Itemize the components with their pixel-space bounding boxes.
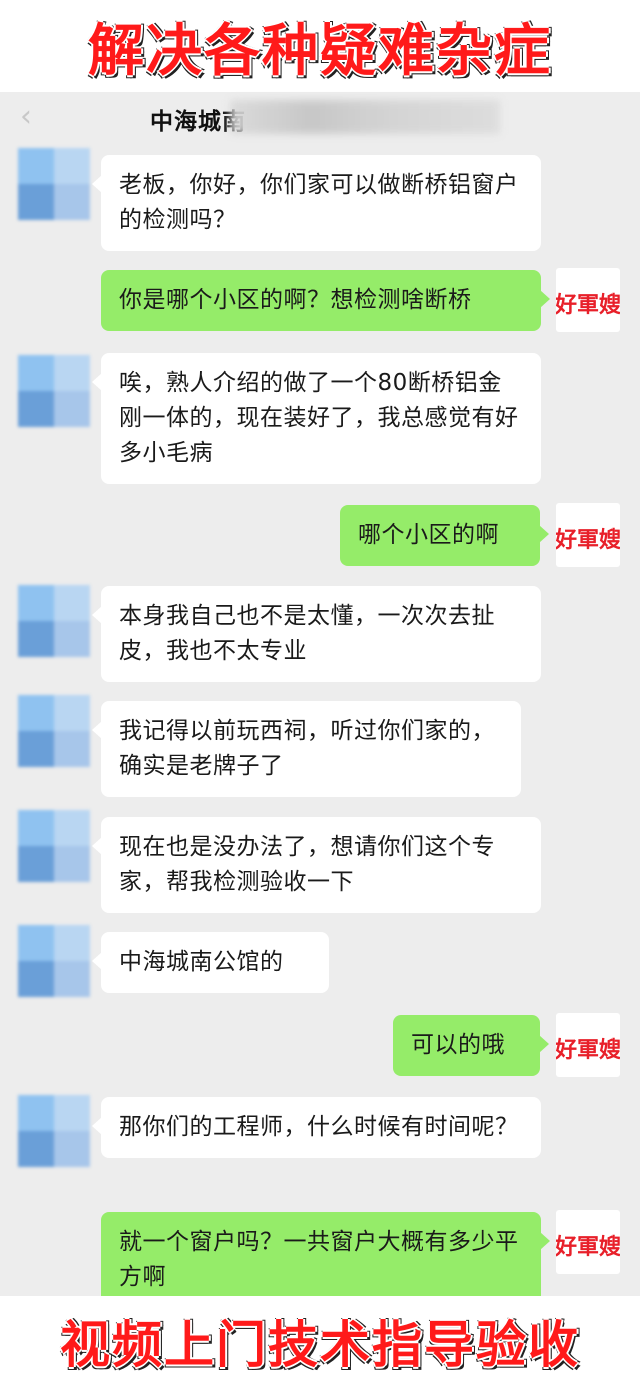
- message-bubble-incoming[interactable]: 中海城南公馆的: [92, 932, 329, 993]
- brand-avatar[interactable]: 好軍嫂: [556, 503, 620, 567]
- message-bubble-outgoing[interactable]: 哪个小区的啊: [340, 505, 549, 566]
- message-bubble-outgoing[interactable]: 你是哪个小区的啊？想检测啥断桥: [101, 270, 550, 331]
- message-text: 唉，熟人介绍的做了一个80断桥铝金刚一体的，现在装好了，我总感觉有好多小毛病: [119, 370, 519, 466]
- message-text: 那你们的工程师，什么时候有时间呢？: [119, 1114, 519, 1140]
- message-bubble-incoming[interactable]: 唉，熟人介绍的做了一个80断桥铝金刚一体的，现在装好了，我总感觉有好多小毛病: [92, 353, 541, 484]
- brand-avatar[interactable]: 好軍嫂: [556, 268, 620, 332]
- contact-avatar[interactable]: [18, 148, 90, 220]
- message-text: 老板，你好，你们家可以做断桥铝窗户的检测吗？: [119, 172, 519, 233]
- message-text: 就一个窗户吗？一共窗户大概有多少平方啊: [119, 1229, 519, 1290]
- blurred-title-region: [230, 100, 500, 134]
- message-text: 中海城南公馆的: [119, 949, 284, 975]
- message-bubble-incoming[interactable]: 现在也是没办法了，想请你们这个专家，帮我检测验收一下: [92, 817, 541, 913]
- message-bubble-outgoing[interactable]: 可以的哦: [393, 1015, 549, 1076]
- contact-avatar[interactable]: [18, 925, 90, 997]
- svg-text:好軍嫂: 好軍嫂: [556, 292, 620, 318]
- chat-header: ‹ 中海城南: [0, 92, 640, 142]
- contact-avatar[interactable]: [18, 585, 90, 657]
- message-bubble-incoming[interactable]: 我记得以前玩西祠，听过你们家的，确实是老牌子了: [92, 701, 521, 797]
- brand-logo-icon: 好軍嫂: [556, 1234, 620, 1260]
- message-bubble-incoming[interactable]: 那你们的工程师，什么时候有时间呢？: [92, 1097, 541, 1158]
- message-text: 我记得以前玩西祠，听过你们家的，确实是老牌子了: [119, 718, 495, 779]
- bottom-banner: 视频上门技术指导验收: [0, 1296, 640, 1386]
- message-text: 本身我自己也不是太懂，一次次去扯皮，我也不太专业: [119, 603, 495, 664]
- message-text: 现在也是没办法了，想请你们这个专家，帮我检测验收一下: [119, 834, 495, 895]
- message-bubble-outgoing[interactable]: 就一个窗户吗？一共窗户大概有多少平方啊: [101, 1212, 550, 1308]
- contact-avatar[interactable]: [18, 810, 90, 882]
- svg-text:好軍嫂: 好軍嫂: [556, 1234, 620, 1260]
- top-banner: 解决各种疑难杂症: [0, 0, 640, 92]
- message-text: 可以的哦: [411, 1032, 505, 1058]
- contact-avatar[interactable]: [18, 695, 90, 767]
- brand-logo-icon: 好軍嫂: [556, 1037, 620, 1063]
- top-banner-text: 解决各种疑难杂症: [88, 17, 552, 84]
- message-bubble-incoming[interactable]: 老板，你好，你们家可以做断桥铝窗户的检测吗？: [92, 155, 541, 251]
- brand-logo-icon: 好軍嫂: [556, 292, 620, 318]
- message-text: 你是哪个小区的啊？想检测啥断桥: [119, 287, 472, 313]
- contact-avatar[interactable]: [18, 1095, 90, 1167]
- brand-avatar[interactable]: 好軍嫂: [556, 1013, 620, 1077]
- brand-logo-icon: 好軍嫂: [556, 527, 620, 553]
- bottom-banner-text: 视频上门技术指导验收: [60, 1315, 580, 1374]
- svg-text:好軍嫂: 好軍嫂: [556, 527, 620, 553]
- message-bubble-incoming[interactable]: 本身我自己也不是太懂，一次次去扯皮，我也不太专业: [92, 586, 541, 682]
- svg-text:好軍嫂: 好軍嫂: [556, 1037, 620, 1063]
- contact-avatar[interactable]: [18, 355, 90, 427]
- message-text: 哪个小区的啊: [358, 522, 499, 548]
- brand-avatar[interactable]: 好軍嫂: [556, 1210, 620, 1274]
- chevron-left-icon[interactable]: ‹: [20, 102, 42, 132]
